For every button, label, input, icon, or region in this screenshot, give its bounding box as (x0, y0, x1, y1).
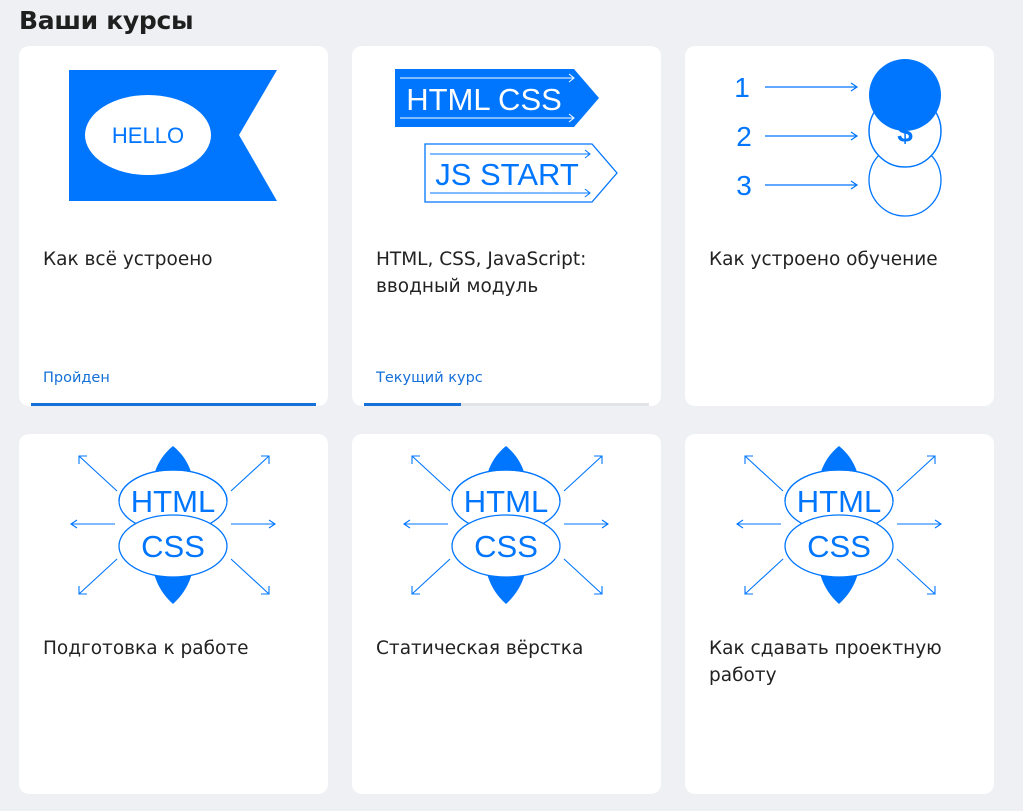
course-card-preparation[interactable]: HTML CSS Подготовка к работе (19, 434, 328, 794)
svg-text:2: 2 (736, 121, 752, 152)
course-title: Как сдавать проектную работу (709, 638, 942, 686)
course-title: Как всё устроено (43, 249, 213, 270)
course-card-how-it-works[interactable]: HELLO Как всё устроено Пройден (19, 46, 328, 406)
course-title: Как устроено обучение (709, 249, 938, 270)
html-css-burst-icon: HTML CSS (70, 446, 276, 604)
html-css-js-arrows-icon: HTML CSS JS START (395, 69, 618, 203)
course-status: Пройден (43, 370, 110, 386)
page-title: Ваши курсы (19, 6, 194, 35)
course-progress-fill (364, 403, 461, 406)
course-status: Текущий курс (376, 370, 483, 386)
numbered-coins-icon: 1 2 3 $ (734, 59, 942, 217)
course-card-static-layout[interactable]: HTML CSS Статическая вёрстка (352, 434, 661, 794)
svg-text:HTML: HTML (464, 484, 548, 519)
html-css-burst-icon: HTML CSS (403, 446, 609, 604)
course-title: Подготовка к работе (43, 638, 249, 659)
svg-text:CSS: CSS (807, 529, 871, 564)
svg-text:HTML: HTML (797, 484, 881, 519)
svg-text:JS START: JS START (435, 157, 579, 192)
course-card-how-learning-works[interactable]: 1 2 3 $ Как устроено обучение (685, 46, 994, 406)
course-progress-bar (364, 403, 649, 406)
course-title: HTML, CSS, JavaScript: вводный модуль (376, 249, 587, 297)
course-card-html-css-js-intro[interactable]: HTML CSS JS START HTML, CSS, JavaScript:… (352, 46, 661, 406)
svg-text:HTML: HTML (131, 484, 215, 519)
html-css-burst-icon: HTML CSS (736, 446, 942, 604)
course-progress-bar (31, 403, 316, 406)
hello-flag-icon: HELLO (69, 70, 277, 201)
svg-text:HTML CSS: HTML CSS (406, 82, 562, 117)
svg-text:HELLO: HELLO (112, 123, 184, 148)
course-title: Статическая вёрстка (376, 638, 584, 659)
svg-text:CSS: CSS (141, 529, 205, 564)
course-progress-fill (31, 403, 316, 406)
svg-text:1: 1 (734, 72, 750, 103)
course-card-project-submission[interactable]: HTML CSS Как сдавать проектную работу (685, 434, 994, 794)
svg-text:$: $ (897, 117, 913, 148)
svg-text:CSS: CSS (474, 529, 538, 564)
svg-text:3: 3 (736, 170, 752, 201)
